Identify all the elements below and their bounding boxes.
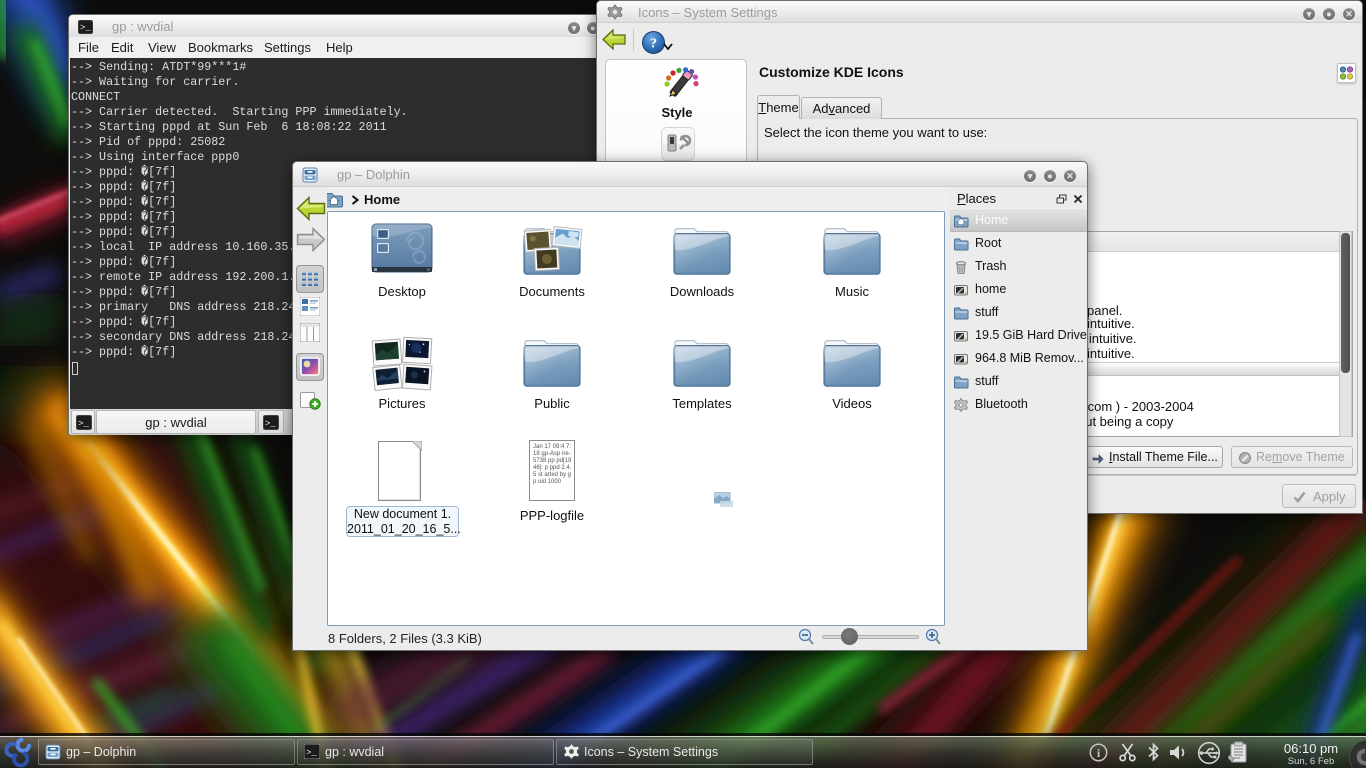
svg-text:?: ? — [650, 37, 657, 52]
svg-text:>_: >_ — [306, 748, 317, 758]
svg-text:>_: >_ — [265, 419, 276, 429]
svg-text:i: i — [1097, 746, 1101, 760]
svg-text:>_: >_ — [78, 419, 89, 429]
svg-text:>_: >_ — [80, 23, 91, 33]
